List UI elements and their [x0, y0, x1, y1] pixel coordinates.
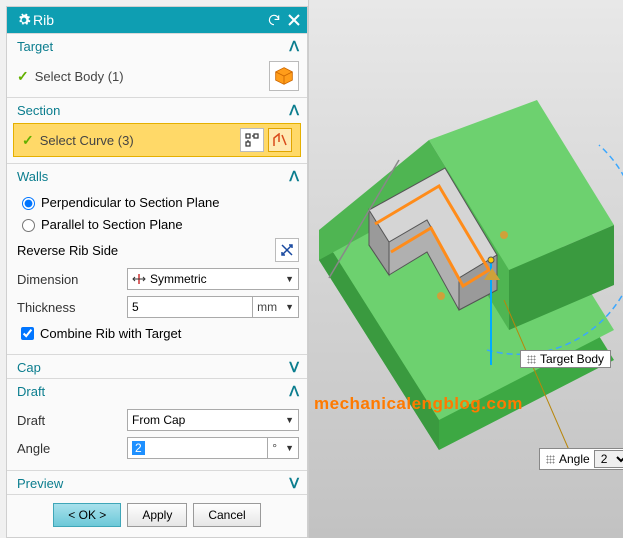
- chevron-down-icon: ▼: [281, 443, 294, 453]
- dialog-header: Rib: [7, 7, 307, 33]
- cancel-button[interactable]: Cancel: [193, 503, 260, 527]
- group-draft-head[interactable]: Draft ᐱ: [7, 379, 307, 402]
- thickness-input[interactable]: 5 mm ▼: [127, 296, 299, 318]
- group-cap-head[interactable]: Cap ᐯ: [7, 355, 307, 378]
- select-curve-row[interactable]: ✓ Select Curve (3): [13, 123, 301, 157]
- angle-tooltip[interactable]: Angle 2: [539, 448, 623, 470]
- angle-unit: °: [267, 438, 281, 458]
- watermark: mechanicalengblog.com: [314, 394, 523, 414]
- dimension-label: Dimension: [17, 272, 127, 287]
- thickness-unit: mm: [252, 297, 281, 317]
- target-body-label: Target Body: [540, 352, 604, 366]
- target-body-tooltip: Target Body: [520, 350, 611, 368]
- combine-rib-row[interactable]: Combine Rib with Target: [17, 321, 299, 346]
- symmetric-icon: [132, 274, 146, 284]
- group-target: Target ᐱ ✓ Select Body (1): [7, 33, 307, 97]
- reverse-rib-button[interactable]: [275, 238, 299, 262]
- chevron-down-icon: ▼: [285, 274, 294, 284]
- radio-perpendicular-label: Perpendicular to Section Plane: [41, 195, 220, 210]
- dimension-value: Symmetric: [150, 272, 207, 286]
- chevron-up-icon: ᐱ: [289, 38, 299, 55]
- group-target-head[interactable]: Target ᐱ: [7, 34, 307, 57]
- apply-button[interactable]: Apply: [127, 503, 187, 527]
- thickness-label: Thickness: [17, 300, 127, 315]
- tooltip-drag-icon: [546, 455, 555, 464]
- curve-rule-button[interactable]: [240, 128, 264, 152]
- radio-parallel-row[interactable]: Parallel to Section Plane: [17, 213, 299, 235]
- rib-dialog: Rib Target ᐱ ✓ Select Body (1) Section ᐱ…: [6, 6, 308, 538]
- select-body-label: Select Body (1): [35, 69, 265, 84]
- combine-rib-checkbox[interactable]: [21, 327, 34, 340]
- radio-perpendicular-row[interactable]: Perpendicular to Section Plane: [17, 191, 299, 213]
- dialog-buttons: < OK > Apply Cancel: [7, 494, 307, 537]
- select-curve-label: Select Curve (3): [40, 133, 236, 148]
- angle-tip-input[interactable]: 2: [594, 450, 623, 468]
- group-section-head[interactable]: Section ᐱ: [7, 98, 307, 121]
- select-body-row[interactable]: ✓ Select Body (1): [7, 57, 307, 97]
- body-filter-button[interactable]: [269, 61, 299, 91]
- thickness-value: 5: [132, 300, 139, 314]
- angle-input[interactable]: 2 ° ▼: [127, 437, 299, 459]
- chevron-up-icon: ᐱ: [289, 102, 299, 119]
- viewport[interactable]: Target Body Angle 2 mechanicalengblog.co…: [308, 0, 623, 538]
- chevron-down-icon: ᐯ: [289, 359, 299, 376]
- radio-parallel[interactable]: [22, 219, 35, 232]
- chevron-up-icon: ᐱ: [289, 383, 299, 400]
- group-walls: Walls ᐱ Perpendicular to Section Plane P…: [7, 163, 307, 354]
- draft-label: Draft: [17, 413, 127, 428]
- group-section: Section ᐱ ✓ Select Curve (3): [7, 97, 307, 157]
- group-walls-head[interactable]: Walls ᐱ: [7, 164, 307, 187]
- dialog-title: Rib: [33, 12, 263, 28]
- chevron-down-icon: ▼: [285, 415, 294, 425]
- check-icon: ✓: [17, 68, 29, 85]
- dimension-dropdown[interactable]: Symmetric ▼: [127, 268, 299, 290]
- angle-value: 2: [132, 441, 145, 455]
- draft-dropdown[interactable]: From Cap ▼: [127, 409, 299, 431]
- radio-parallel-label: Parallel to Section Plane: [41, 217, 183, 232]
- group-draft: Draft ᐱ Draft From Cap ▼ Angle 2 °: [7, 378, 307, 470]
- refresh-icon[interactable]: [265, 11, 283, 29]
- ok-button[interactable]: < OK >: [53, 503, 121, 527]
- combine-rib-label: Combine Rib with Target: [40, 326, 181, 341]
- chevron-up-icon: ᐱ: [289, 168, 299, 185]
- draft-value: From Cap: [132, 413, 185, 427]
- check-icon: ✓: [22, 132, 34, 149]
- angle-tip-label: Angle: [559, 452, 590, 466]
- reverse-rib-label: Reverse Rib Side: [17, 243, 271, 258]
- sketch-section-button[interactable]: [268, 128, 292, 152]
- group-cap: Cap ᐯ: [7, 354, 307, 378]
- angle-label: Angle: [17, 441, 127, 456]
- chevron-down-icon: ᐯ: [289, 475, 299, 492]
- close-icon[interactable]: [285, 11, 303, 29]
- tooltip-drag-icon: [527, 355, 536, 364]
- group-preview: Preview ᐯ: [7, 470, 307, 494]
- group-preview-head[interactable]: Preview ᐯ: [7, 471, 307, 494]
- gear-icon: [15, 11, 33, 29]
- chevron-down-icon: ▼: [281, 302, 294, 312]
- radio-perpendicular[interactable]: [22, 197, 35, 210]
